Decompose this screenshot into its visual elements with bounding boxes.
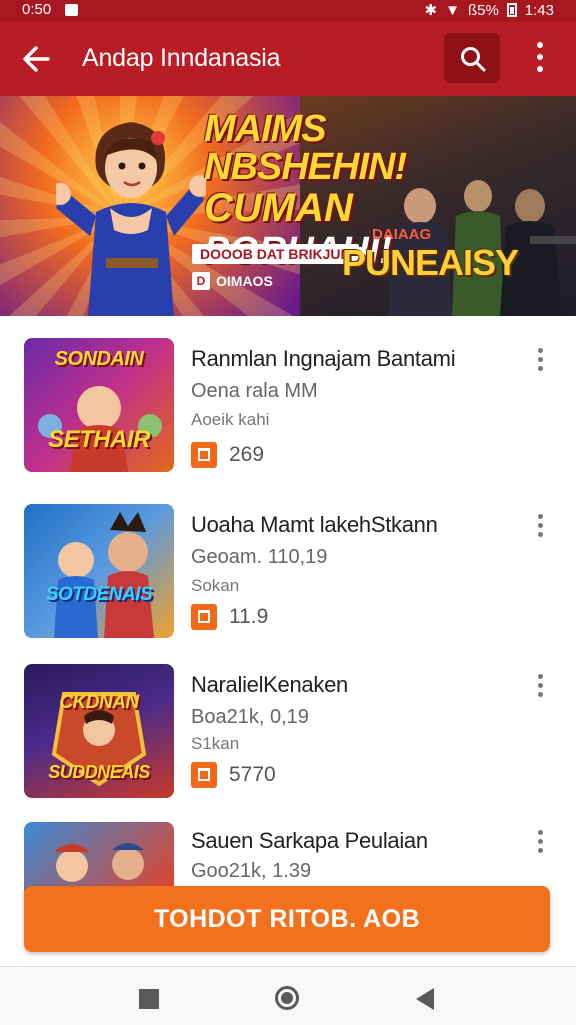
page-title: Andap Inndanasia: [82, 44, 281, 72]
bluetooth-icon: ✱: [424, 2, 438, 19]
thumbnail-art: [54, 512, 154, 638]
recents-icon[interactable]: [139, 989, 159, 1009]
game-meta: Aoeik kahi: [191, 410, 270, 429]
thumbnail-title-bottom: SOTDENAIS: [45, 584, 153, 605]
home-icon[interactable]: [275, 986, 299, 1010]
primary-cta-button[interactable]: TOHDOT RITOB. AOB: [24, 886, 550, 952]
game-title: Sauen Sarkapa Peulaian: [191, 828, 428, 853]
banner-headline-line-1: MAIMS NBSHEHIN!: [204, 108, 407, 188]
status-time-left: 0:50: [22, 1, 52, 18]
arrow-left-icon: [23, 46, 50, 72]
app-bar: Andap Inndanasia: [0, 22, 576, 96]
status-bar: 0:50 ✱ ▼ ß5% 1:43: [0, 0, 576, 22]
badge-icon: D: [192, 272, 210, 290]
banner-headline-line-2: CUMAN: [204, 186, 353, 230]
thumbnail-title-top: CKDNAN: [59, 692, 139, 713]
list-item[interactable]: SOTDENAIS Uoaha Mamt lakehStkann Geoam. …: [0, 504, 576, 664]
overflow-menu-button[interactable]: [526, 42, 554, 78]
game-subtitle: Goo21k, 1.39: [191, 860, 312, 882]
item-overflow-button[interactable]: [535, 674, 545, 701]
game-thumbnail: SOTDENAIS: [24, 504, 174, 638]
more-vert-icon: [526, 42, 554, 72]
promo-banner[interactable]: MAIMS NBSHEHIN! CUMAN PORHAHI! DOOOB DAT…: [0, 96, 576, 316]
nav-back-icon[interactable]: [416, 988, 434, 1010]
thumbnail-title-top: SONDAIN: [54, 348, 144, 370]
item-overflow-button[interactable]: [535, 348, 545, 375]
banner-logo-top: DAIAAG: [372, 226, 432, 243]
item-overflow-button[interactable]: [535, 514, 545, 541]
banner-logo: PUNEAISY: [342, 242, 519, 283]
system-nav-bar: [0, 966, 576, 1025]
banner-heroine-image: [56, 122, 206, 316]
more-vert-icon: [535, 830, 545, 853]
rating-value: 11.9: [229, 605, 269, 628]
game-meta: Sokan: [191, 576, 240, 595]
game-thumbnail: CKDNAN SUDDNEAIS: [24, 664, 174, 798]
item-overflow-button[interactable]: [535, 830, 545, 857]
game-thumbnail: [24, 822, 174, 892]
rating-value: 269: [229, 443, 265, 466]
banner-tag: DOOOB DAT BRIKJUN: [192, 244, 359, 264]
more-vert-icon: [535, 674, 545, 697]
rating-icon: [191, 442, 217, 468]
battery-percent: ß5%: [467, 1, 499, 19]
rating-icon: [191, 762, 217, 788]
search-button[interactable]: [444, 33, 500, 83]
rating-value: 5770: [229, 763, 276, 786]
game-rating: 269: [191, 442, 264, 468]
game-meta: S1kan: [191, 734, 240, 753]
signal-icon: ▼: [445, 1, 460, 19]
rating-icon: [191, 604, 217, 630]
banner-badge: D OIMAOS: [192, 270, 273, 292]
game-subtitle: Oena rala MM: [191, 380, 318, 402]
battery-icon: [506, 3, 517, 17]
game-title: Ranmlan Ingnajam Bantami: [191, 346, 456, 371]
game-subtitle: Geoam. 110,19: [191, 546, 328, 568]
list-item[interactable]: CKDNAN SUDDNEAIS NaralielKenaken Boa21k,…: [0, 664, 576, 824]
more-vert-icon: [535, 514, 545, 537]
thumbnail-art: [54, 843, 144, 882]
banner-badge-label: OIMAOS: [216, 273, 273, 289]
game-title: Uoaha Mamt lakehStkann: [191, 512, 438, 537]
game-subtitle: Boa21k, 0,19: [191, 706, 309, 728]
game-thumbnail: SONDAIN SETHAIR: [24, 338, 174, 472]
search-icon: [461, 47, 486, 72]
thumbnail-title-bottom: SETHAIR: [48, 426, 150, 453]
game-title: NaralielKenaken: [191, 672, 348, 697]
more-vert-icon: [535, 348, 545, 371]
notification-icon: [65, 3, 79, 16]
back-button[interactable]: [18, 39, 58, 79]
list-item[interactable]: SONDAIN SETHAIR Ranmlan Ingnajam Bantami…: [0, 338, 576, 498]
thumbnail-title-bottom: SUDDNEAIS: [48, 762, 150, 782]
game-rating: 11.9: [191, 604, 268, 630]
status-time-right: 1:43: [524, 1, 554, 19]
game-rating: 5770: [191, 762, 276, 788]
